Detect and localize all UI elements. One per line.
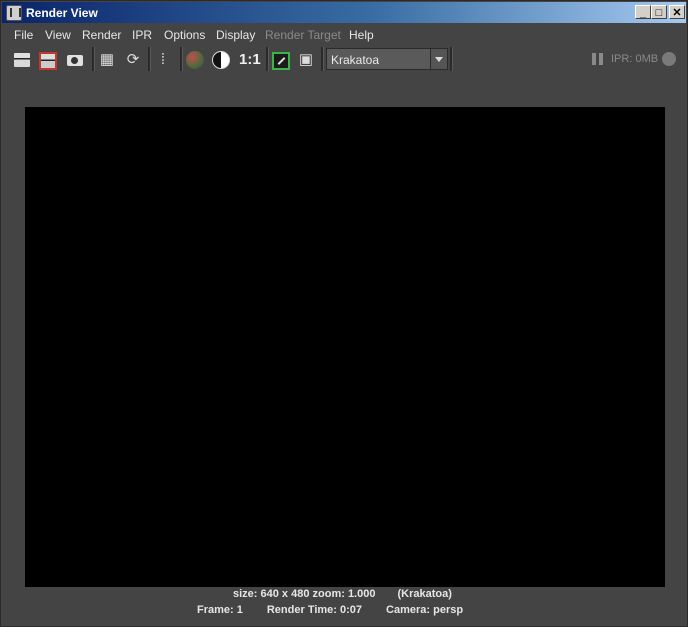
chevron-down-icon[interactable] — [430, 49, 447, 69]
refresh-ipr-icon[interactable]: ⟳ — [123, 50, 143, 70]
menu-options[interactable]: Options — [164, 28, 205, 42]
ipr-memory-label: IPR: 0MB — [611, 53, 659, 65]
menu-render[interactable]: Render — [82, 28, 121, 42]
alpha-channel-icon[interactable] — [212, 51, 230, 69]
renderer-dropdown[interactable]: Krakatoa — [326, 48, 448, 70]
renderer-value: Krakatoa — [331, 53, 380, 67]
window-title: Render View — [26, 6, 98, 20]
image-size-zoom: size: 640 x 480 zoom: 1.000 — [233, 588, 376, 600]
render-viewport[interactable]: size: 640 x 480 zoom: 1.000 (Krakatoa) Fr… — [2, 74, 686, 625]
toolbar-separator — [321, 47, 324, 71]
render-region-icon[interactable] — [39, 52, 57, 70]
render-size-info: size: 640 x 480 zoom: 1.000 (Krakatoa) — [233, 588, 452, 600]
snapshot-icon[interactable] — [67, 55, 83, 66]
toolbar-separator — [92, 47, 95, 71]
toolbar-separator — [148, 47, 151, 71]
minimize-button[interactable]: _ — [635, 5, 651, 19]
toolbar-separator — [266, 47, 269, 71]
renderer-tag: (Krakatoa) — [397, 588, 452, 600]
frame-number: Frame: 1 — [197, 604, 243, 616]
toolbar-separator — [450, 47, 453, 71]
pause-icon[interactable] — [592, 53, 604, 65]
ipr-status-light-icon — [662, 52, 676, 66]
title-bar[interactable]: Render View _ □ ✕ — [2, 2, 686, 23]
close-button[interactable]: ✕ — [669, 5, 685, 19]
rgb-channels-icon[interactable] — [186, 51, 204, 69]
maya-app-icon[interactable] — [6, 5, 22, 21]
toolbar-separator — [180, 47, 183, 71]
menu-ipr[interactable]: IPR — [132, 28, 152, 42]
keep-image-icon[interactable] — [272, 52, 290, 70]
render-view-window: Render View _ □ ✕ File View Render IPR O… — [0, 0, 688, 627]
render-time: Render Time: 0:07 — [266, 604, 363, 616]
render-sequence-icon[interactable]: ⁞ — [153, 50, 173, 70]
menu-file[interactable]: File — [14, 28, 33, 42]
maximize-button[interactable]: □ — [651, 5, 667, 19]
one-to-one-button[interactable]: 1:1 — [239, 51, 261, 68]
menu-view[interactable]: View — [45, 28, 71, 42]
menu-display[interactable]: Display — [216, 28, 255, 42]
render-frame-info: Frame: 1 Render Time: 0:07 Camera: persp — [197, 604, 463, 616]
remove-image-icon[interactable]: ▣ — [296, 50, 316, 70]
render-frame-icon[interactable] — [14, 53, 30, 67]
menu-bar: File View Render IPR Options Display Ren… — [2, 24, 686, 44]
render-toolbar: ▦ ⟳ ⁞ 1:1 ▣ Krakatoa IPR: 0MB — [2, 44, 686, 74]
redo-render-icon[interactable]: ▦ — [97, 50, 117, 70]
menu-help[interactable]: Help — [349, 28, 374, 42]
menu-render-target: Render Target — [265, 28, 341, 42]
camera-name: Camera: persp — [386, 604, 464, 616]
render-image[interactable] — [25, 107, 665, 587]
